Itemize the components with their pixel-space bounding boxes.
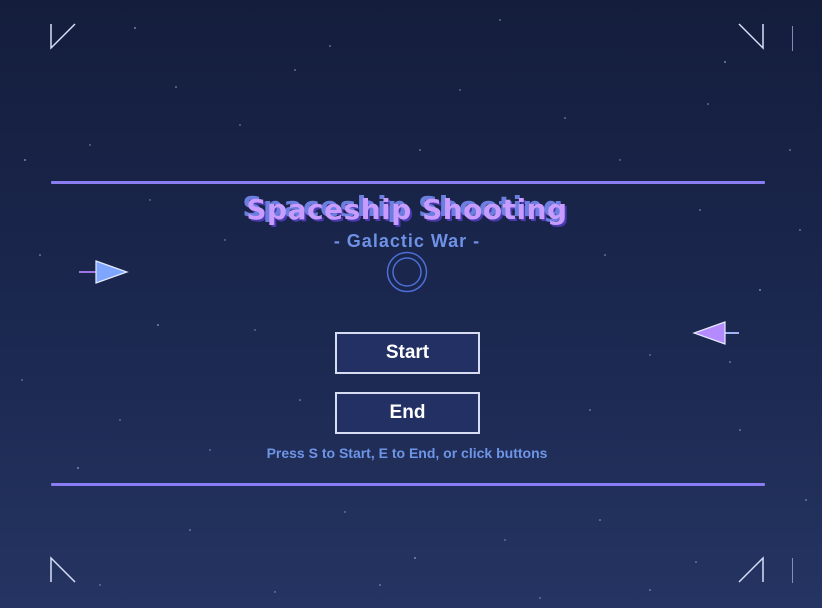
controls-hint: Press S to Start, E to End, or click but…: [266, 445, 548, 461]
arrow-ship-left-icon: [692, 321, 739, 345]
corner-bracket-icon: [738, 556, 764, 583]
corner-bracket-icon: [50, 23, 76, 50]
edge-tick: [792, 558, 793, 583]
game-title: Spaceship Shooting: [246, 193, 568, 226]
bottom-divider: [51, 483, 765, 486]
ring-icon: [386, 251, 428, 293]
end-button[interactable]: End: [335, 392, 480, 434]
starfield: [21, 19, 807, 599]
start-button[interactable]: Start: [335, 332, 480, 374]
game-subtitle: - Galactic War -: [333, 231, 481, 251]
corner-bracket-icon: [738, 23, 764, 50]
edge-tick: [792, 26, 793, 51]
arrow-ship-right-icon: [79, 260, 129, 284]
game-screen: Spaceship Shooting - Galactic War - Star…: [0, 0, 822, 608]
corner-bracket-icon: [50, 556, 76, 583]
top-divider: [51, 181, 765, 184]
